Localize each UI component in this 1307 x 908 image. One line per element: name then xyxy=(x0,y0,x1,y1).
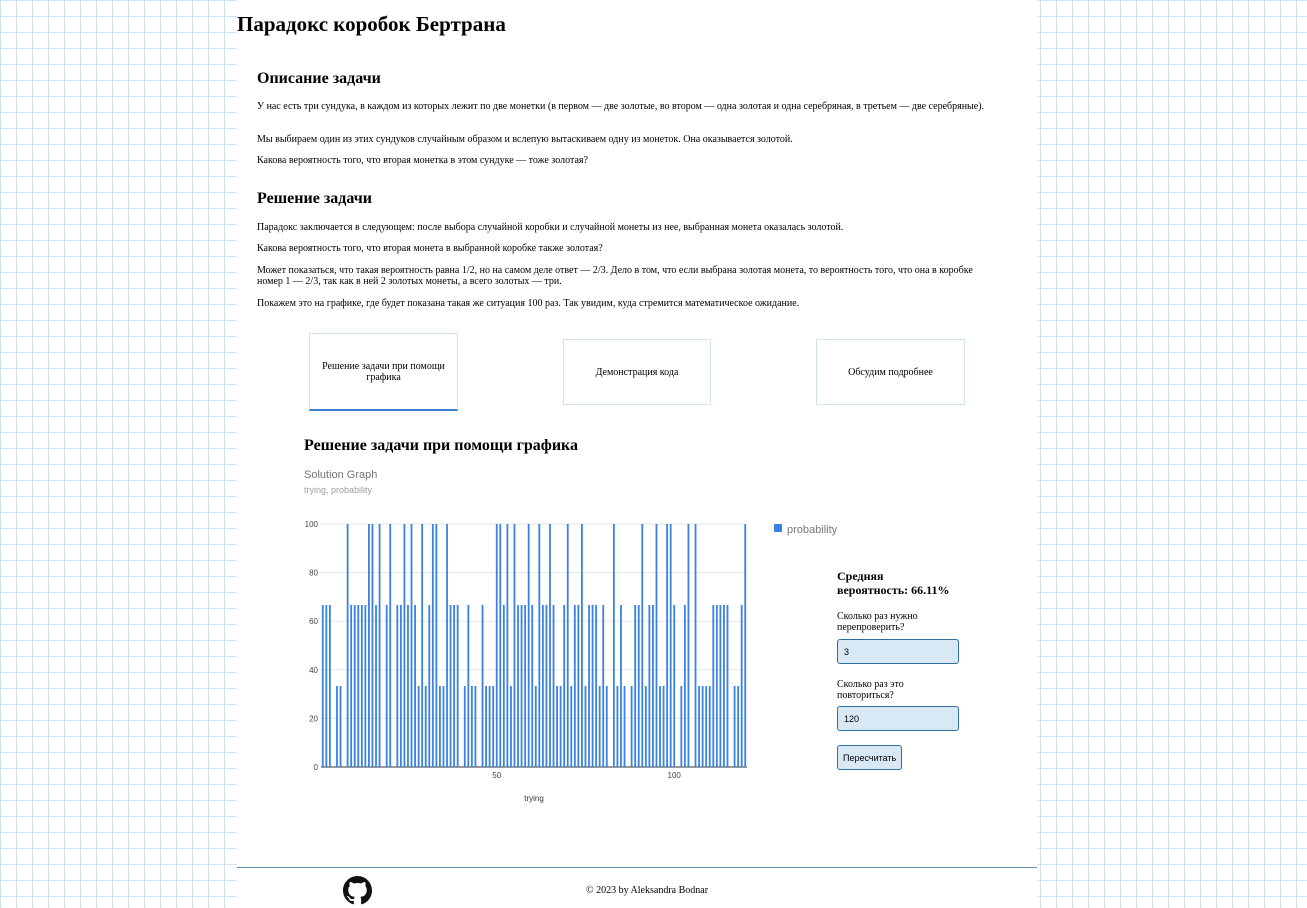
recheck-label: Сколько раз нужно перепроверить? xyxy=(837,611,918,633)
description-paragraph: Какова вероятность того, что вторая моне… xyxy=(257,155,588,166)
panel-heading: Решение задачи при помощи графика xyxy=(304,437,579,454)
legend-swatch xyxy=(774,524,782,532)
average-probability: Средняя вероятность: 66.11% xyxy=(837,569,950,597)
page-title: Парадокс коробок Бертрана xyxy=(237,12,506,36)
solution-heading: Решение задачи xyxy=(257,190,372,207)
github-icon[interactable] xyxy=(343,876,372,905)
description-paragraph: У нас есть три сундука, в каждом из кото… xyxy=(257,101,985,112)
tab-label: Решение задачи при помощи графика xyxy=(322,360,445,383)
chart-title: Solution Graph xyxy=(304,469,378,481)
solution-paragraph: Покажем это на графике, где будет показа… xyxy=(257,298,800,309)
solution-paragraph: Может показаться, что такая вероятность … xyxy=(257,265,973,287)
repeat-input[interactable] xyxy=(837,706,959,731)
solution-paragraph: Парадокс заключается в следующем: после … xyxy=(257,222,844,233)
description-heading: Описание задачи xyxy=(257,70,381,87)
solution-paragraph: Какова вероятность того, что вторая моне… xyxy=(257,243,603,254)
repeat-label: Сколько раз это повториться? xyxy=(837,679,904,701)
recheck-input[interactable] xyxy=(837,639,959,664)
tab-discussion[interactable]: Обсудим подробнее xyxy=(816,339,965,405)
tab-label: Обсудим подробнее xyxy=(848,366,933,378)
footer-divider xyxy=(237,867,1037,868)
chart-subtitle: trying, probability xyxy=(304,485,373,495)
legend-label: probability xyxy=(787,524,838,536)
tab-code-demo[interactable]: Демонстрация кода xyxy=(563,339,711,405)
description-paragraph: Мы выбираем один из этих сундуков случай… xyxy=(257,134,793,145)
recalculate-button[interactable]: Пересчитать xyxy=(837,745,903,770)
footer-copyright: © 2023 by Aleksandra Bodnar xyxy=(586,885,709,896)
tab-graph-solution[interactable]: Решение задачи при помощи графика xyxy=(309,333,458,411)
tab-label: Демонстрация кода xyxy=(595,366,679,378)
